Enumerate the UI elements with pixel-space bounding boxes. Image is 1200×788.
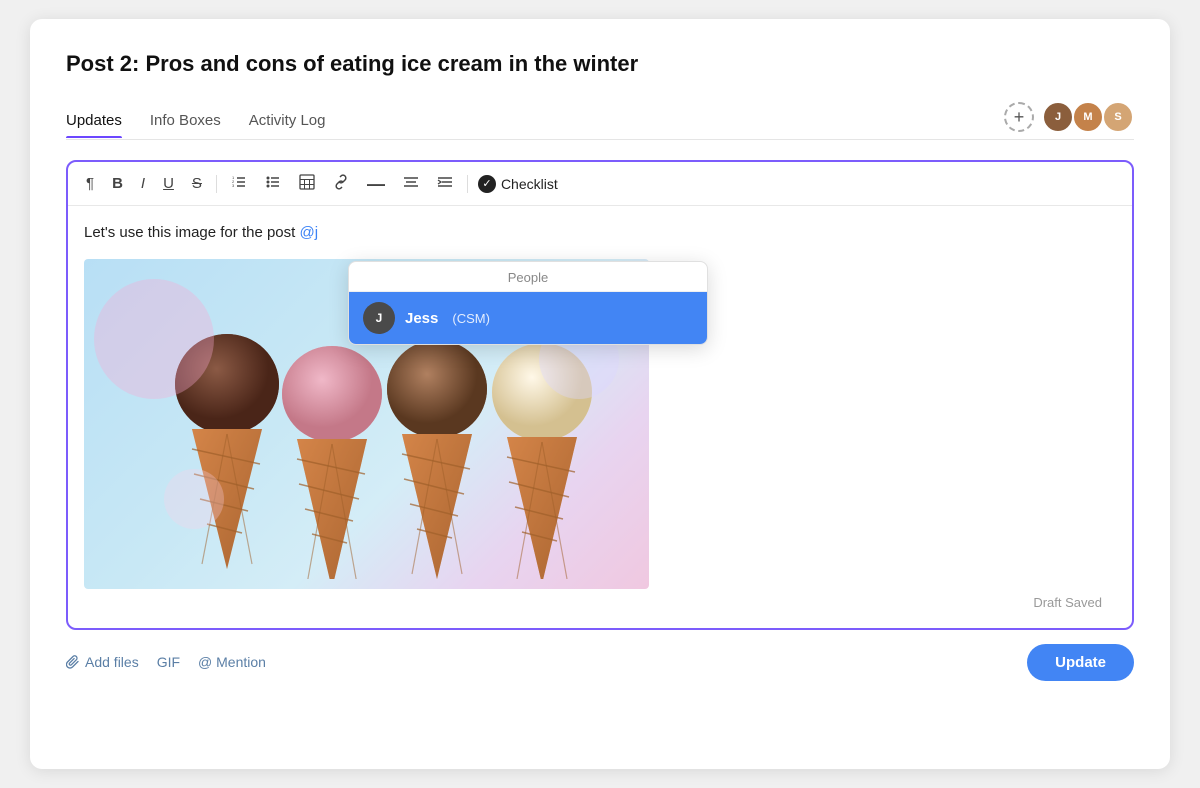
editor-toolbar: ¶ B I U S 123 — [68,162,1132,206]
checklist-icon: ✓ [478,175,496,193]
ordered-list-button[interactable]: 123 [227,172,251,195]
toolbar-separator-2 [467,175,468,193]
bold-button[interactable]: B [108,174,127,193]
table-button[interactable] [295,172,319,195]
people-avatar: J [363,302,395,334]
dropdown-header: People [349,262,707,292]
align-button[interactable] [399,172,423,195]
gif-button[interactable]: GIF [157,654,180,670]
mention-label: @ Mention [198,654,266,670]
checklist-button[interactable]: ✓ Checklist [478,175,558,193]
paragraph-button[interactable]: ¶ [82,174,98,193]
update-button[interactable]: Update [1027,644,1134,681]
avatar: M [1072,101,1104,133]
mention-text: @j [299,224,318,241]
checklist-label: Checklist [501,176,558,192]
add-files-button[interactable]: Add files [66,654,139,670]
people-dropdown: People J Jess (CSM) [348,261,708,345]
avatar: J [1042,101,1074,133]
horizontal-rule-button[interactable]: — [363,173,389,195]
bottom-toolbar: Add files GIF @ Mention Update [66,644,1134,681]
add-collaborator-button[interactable]: + [1004,102,1034,132]
avatar: S [1102,101,1134,133]
paperclip-icon [66,655,80,669]
svg-text:3: 3 [232,183,235,188]
editor-content[interactable]: Let's use this image for the post @j Peo… [68,206,1132,628]
gif-label: GIF [157,654,180,670]
post-title: Post 2: Pros and cons of eating ice crea… [66,51,1134,77]
people-item[interactable]: J Jess (CSM) [349,292,707,344]
tab-info-boxes[interactable]: Info Boxes [150,104,221,137]
update-label: Update [1055,654,1106,671]
people-role: (CSM) [452,311,490,326]
strikethrough-button[interactable]: S [188,174,206,193]
draft-status: Draft Saved [84,589,1116,620]
tabs-row: Updates Info Boxes Activity Log + J M S [66,101,1134,140]
unordered-list-button[interactable] [261,172,285,195]
people-name: Jess [405,310,438,327]
tab-updates[interactable]: Updates [66,104,122,137]
collaborators-area: + J M S [1004,101,1134,139]
editor-text: Let's use this image for the post @j [84,222,1116,245]
text-before-mention: Let's use this image for the post [84,224,299,241]
italic-button[interactable]: I [137,174,149,193]
link-button[interactable] [329,172,353,195]
toolbar-separator-1 [216,175,217,193]
indent-button[interactable] [433,172,457,195]
main-card: Post 2: Pros and cons of eating ice crea… [30,19,1170,769]
tab-activity-log[interactable]: Activity Log [249,104,326,137]
add-files-label: Add files [85,654,139,670]
underline-button[interactable]: U [159,174,178,193]
editor-wrapper: ¶ B I U S 123 — [66,160,1134,630]
mention-button[interactable]: @ Mention [198,654,266,670]
